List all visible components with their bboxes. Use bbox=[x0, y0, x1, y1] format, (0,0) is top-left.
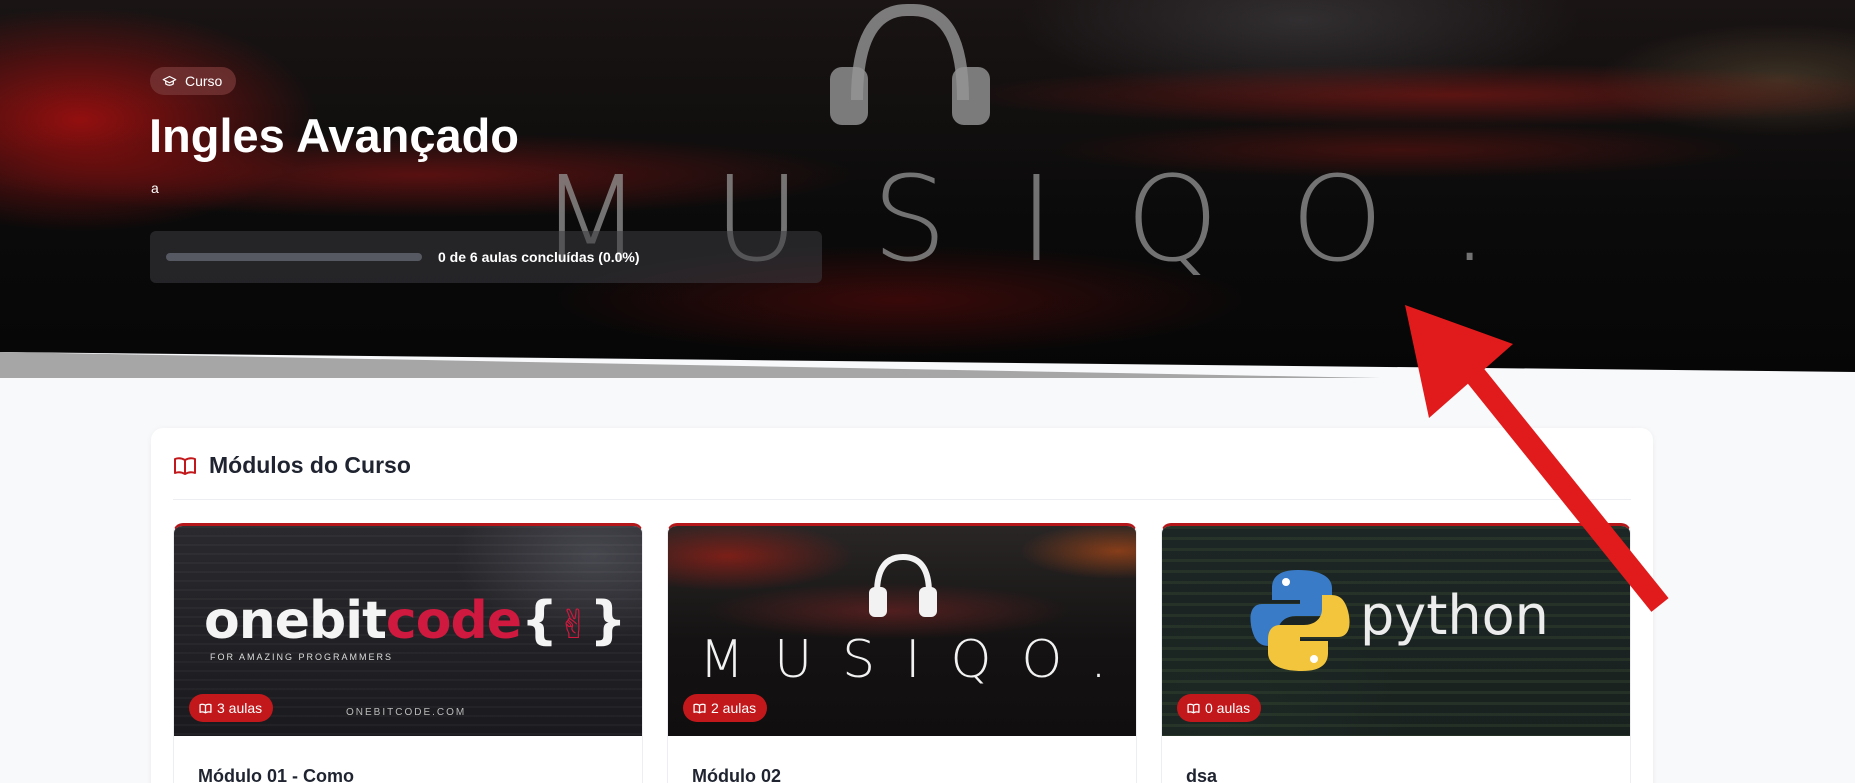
lesson-count-badge: 0 aulas bbox=[1177, 694, 1262, 722]
modules-header: Módulos do Curso bbox=[173, 452, 411, 479]
book-open-icon bbox=[693, 703, 706, 713]
course-type-badge: Curso bbox=[150, 67, 237, 95]
progress-bar bbox=[166, 253, 422, 261]
lesson-count: 0 aulas bbox=[1205, 700, 1251, 716]
onebitcode-logo: onebitcode{✌} bbox=[204, 591, 627, 651]
module-title: Módulo 02 bbox=[692, 766, 781, 783]
module-card[interactable]: MUSIQO. 2 aulas Módulo 02 bbox=[667, 523, 1137, 783]
lesson-count-badge: 3 aulas bbox=[189, 694, 274, 722]
lesson-count: 3 aulas bbox=[217, 700, 263, 716]
onebitcode-tagline: FOR AMAZING PROGRAMMERS bbox=[210, 652, 394, 662]
headphones-icon bbox=[869, 553, 937, 617]
modules-title: Módulos do Curso bbox=[209, 452, 411, 478]
lesson-count-badge: 2 aulas bbox=[683, 694, 768, 722]
module-thumbnail: MUSIQO. 2 aulas bbox=[668, 526, 1136, 736]
annotation-arrow bbox=[1405, 305, 1669, 612]
book-open-icon bbox=[199, 703, 212, 713]
book-open-icon bbox=[1187, 703, 1200, 713]
onebitcode-site: ONEBITCODE.COM bbox=[346, 707, 467, 718]
module-card[interactable]: onebitcode{✌} FOR AMAZING PROGRAMMERS ON… bbox=[173, 523, 643, 783]
course-progress: 0 de 6 aulas concluídas (0.0%) bbox=[150, 231, 822, 283]
module-thumbnail: onebitcode{✌} FOR AMAZING PROGRAMMERS ON… bbox=[174, 526, 642, 736]
graduation-cap-icon bbox=[162, 75, 177, 86]
module-title: Módulo 01 - Como bbox=[198, 766, 354, 783]
lesson-count: 2 aulas bbox=[711, 700, 757, 716]
musiqo-logo-text: MUSIQO. bbox=[699, 630, 1136, 690]
course-title: Ingles Avançado bbox=[149, 109, 520, 162]
course-description: a bbox=[151, 180, 159, 196]
book-open-icon bbox=[174, 456, 196, 475]
course-type-label: Curso bbox=[185, 73, 223, 89]
python-logo-icon bbox=[1250, 570, 1350, 671]
module-title: dsa bbox=[1186, 766, 1218, 783]
progress-text: 0 de 6 aulas concluídas (0.0%) bbox=[438, 249, 640, 265]
